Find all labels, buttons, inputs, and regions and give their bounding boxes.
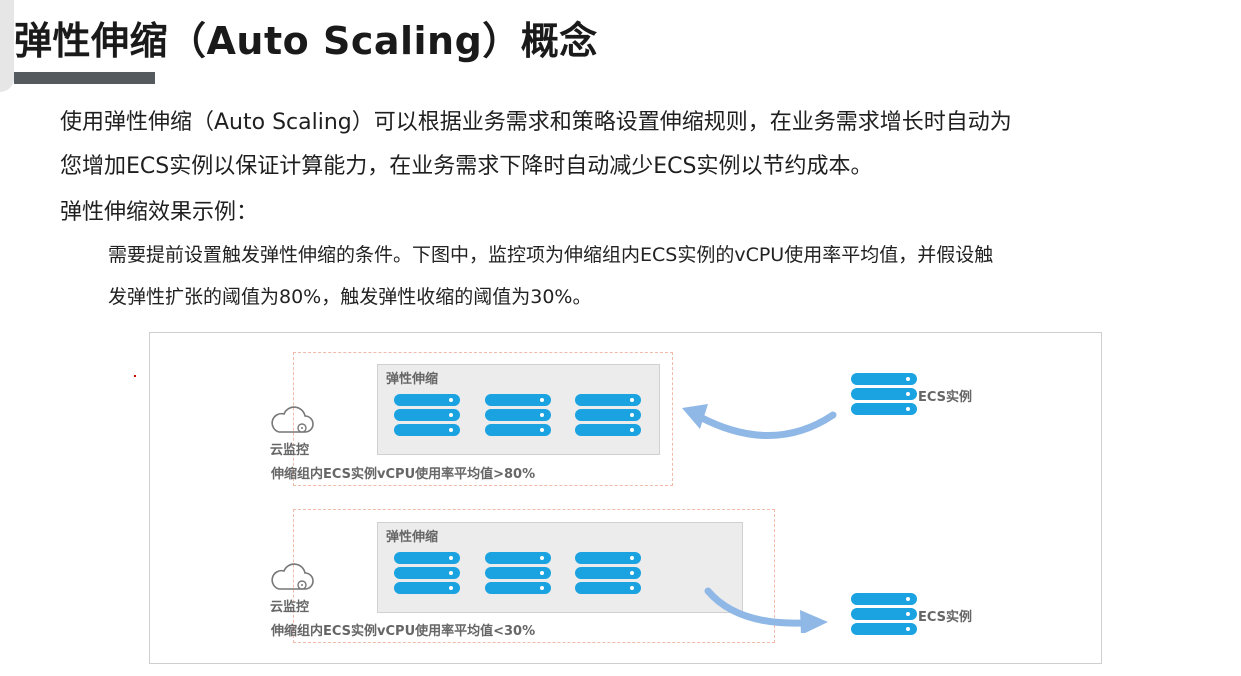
scale-in-condition: 伸缩组内ECS实例vCPU使用率平均值<30%	[271, 624, 536, 639]
scaling-group-box: 弹性伸缩	[377, 522, 743, 613]
scaling-group-label: 弹性伸缩	[386, 530, 439, 545]
scale-out-condition: 伸缩组内ECS实例vCPU使用率平均值>80%	[271, 467, 536, 482]
scale-out-arrow-icon	[682, 404, 837, 439]
scale-in-arrow-icon	[704, 587, 828, 633]
cloud-monitor-label: 云监控	[270, 600, 310, 615]
server-icon	[394, 394, 460, 439]
slide-title: 弹性伸缩（Auto Scaling）概念	[14, 19, 598, 63]
scaling-group-scale-out: 弹性伸缩 伸缩组内ECS实例vCPU使用率平均值>80%	[271, 352, 673, 486]
intro-paragraph-line-2: 您增加ECS实例以保证计算能力，在业务需求下降时自动减少ECS实例以节约成本。	[60, 154, 873, 179]
server-icon	[575, 394, 641, 439]
ecs-instance-label: ECS实例	[918, 610, 973, 625]
detail-line-2: 发弹性扩张的阈值为80%，触发弹性收缩的阈值为30%。	[108, 286, 592, 308]
server-icon	[394, 552, 460, 597]
stray-dot	[134, 375, 136, 377]
cloud-monitor-icon	[271, 406, 314, 433]
server-icon	[485, 552, 551, 597]
cloud-monitor-label: 云监控	[270, 443, 310, 458]
auto-scaling-diagram: 弹性伸缩 伸缩组内ECS实例vCPU使用率平均值>80% 云监控 ECS实例 弹…	[149, 332, 1102, 664]
scaling-group-label: 弹性伸缩	[386, 372, 439, 387]
ecs-instance-icon	[851, 373, 917, 418]
server-icon	[485, 394, 551, 439]
ecs-instance-label: ECS实例	[918, 390, 973, 405]
intro-paragraph-line-1: 使用弹性伸缩（Auto Scaling）可以根据业务需求和策略设置伸缩规则，在业…	[60, 110, 1012, 135]
server-icon	[575, 552, 641, 597]
scaling-group-box: 弹性伸缩	[377, 364, 660, 455]
corner-decoration	[0, 0, 14, 92]
detail-line-1: 需要提前设置触发弹性伸缩的条件。下图中，监控项为伸缩组内ECS实例的vCPU使用…	[108, 244, 994, 266]
example-heading: 弹性伸缩效果示例：	[60, 200, 259, 225]
cloud-monitor-icon	[271, 563, 314, 590]
title-underline-bar	[14, 72, 155, 84]
ecs-instance-icon	[851, 593, 917, 638]
